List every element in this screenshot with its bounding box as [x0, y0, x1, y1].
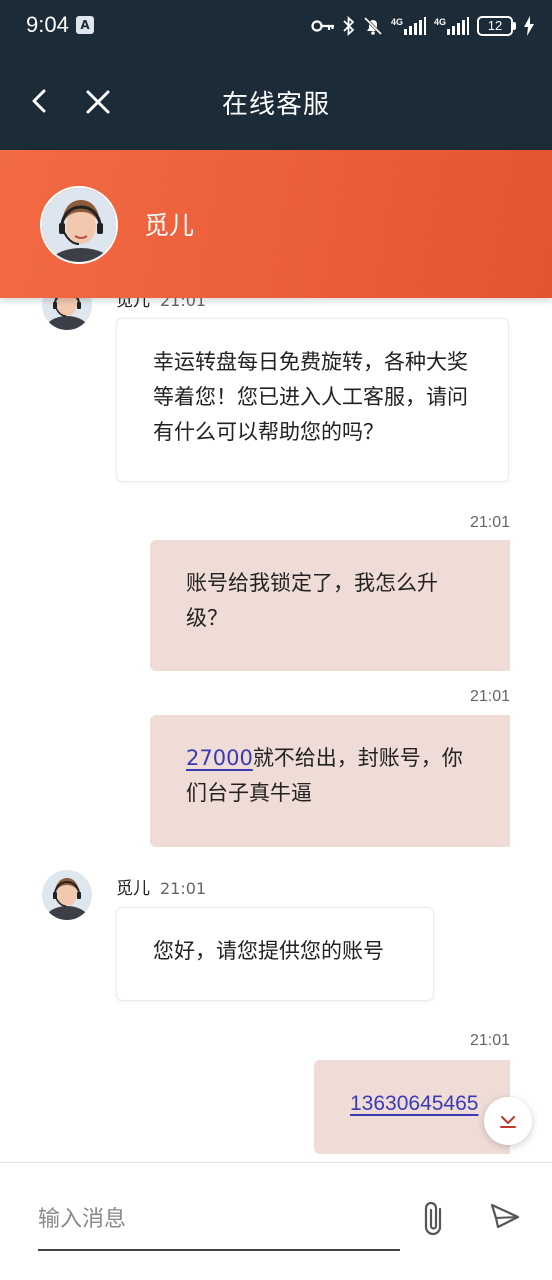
- charging-bolt-icon: [524, 16, 534, 36]
- message-link[interactable]: 27000: [186, 746, 253, 770]
- battery-tip: [513, 22, 516, 30]
- paperclip-icon: [424, 1201, 442, 1236]
- message-time: 21:01: [469, 514, 510, 531]
- attach-button[interactable]: [418, 1199, 450, 1239]
- message-time: 21:01: [160, 879, 207, 898]
- battery-indicator: 12: [477, 16, 516, 36]
- message-text: 您好，请您提供您的账号: [153, 939, 384, 963]
- signal-1: 4G: [391, 17, 426, 35]
- agent-name: 觅儿: [144, 211, 195, 240]
- status-icons: 4G 4G 12: [311, 14, 534, 38]
- message-input-bar: [0, 1162, 552, 1280]
- battery-level: 12: [477, 16, 513, 36]
- sender-name: 觅儿: [116, 879, 150, 899]
- app-bar: 在线客服: [0, 52, 552, 150]
- signal-2: 4G: [434, 17, 469, 35]
- message-time: 21:01: [469, 688, 510, 705]
- key-icon: [311, 20, 334, 32]
- message-link[interactable]: 13630645465: [350, 1092, 478, 1115]
- incoming-message-bubble[interactable]: 您好，请您提供您的账号: [116, 907, 434, 1001]
- send-button[interactable]: [486, 1199, 522, 1235]
- outgoing-message-bubble[interactable]: 13630645465: [314, 1060, 510, 1154]
- agent-avatar-small: [42, 870, 92, 920]
- agent-avatar-icon: [42, 188, 116, 262]
- signal-bars-icon: [403, 17, 426, 35]
- agent-avatar-icon: [42, 870, 92, 920]
- agent-avatar: [40, 186, 118, 264]
- incoming-message-bubble[interactable]: 幸运转盘每日免费旋转，各种大奖等着您！您已进入人工客服，请问有什么可以帮助您的吗…: [116, 318, 509, 482]
- network-label-2: 4G: [433, 17, 446, 27]
- page-title: 在线客服: [221, 90, 330, 120]
- agent-header: 觅儿: [0, 150, 552, 298]
- status-time: 9:04: [26, 12, 69, 37]
- message-text: 账号给我锁定了，我怎么升级？: [186, 571, 438, 630]
- message-input[interactable]: [38, 1189, 400, 1251]
- network-label-1: 4G: [390, 17, 403, 27]
- bluetooth-icon: [343, 16, 355, 36]
- outgoing-message-bubble[interactable]: 账号给我锁定了，我怎么升级？: [150, 540, 510, 671]
- send-icon: [490, 1203, 520, 1229]
- status-bar: 9:04 A 4G 4G 12: [0, 0, 552, 52]
- message-meta: 觅儿 21:01: [116, 874, 206, 899]
- chevron-down-icon: [500, 1116, 516, 1128]
- outgoing-message-bubble[interactable]: 27000就不给出，封账号，你们台子真牛逼: [150, 715, 510, 847]
- scroll-to-bottom-button[interactable]: [484, 1097, 532, 1145]
- message-time: 21:01: [469, 1032, 510, 1049]
- chat-message-list[interactable]: 觅儿 21:01 幸运转盘每日免费旋转，各种大奖等着您！您已进入人工客服，请问有什…: [0, 150, 552, 1162]
- mute-bell-icon: [363, 16, 383, 36]
- app-notification-icon: A: [76, 16, 94, 34]
- message-text: 幸运转盘每日免费旋转，各种大奖等着您！您已进入人工客服，请问有什么可以帮助您的吗…: [153, 350, 468, 444]
- signal-bars-icon: [447, 17, 469, 35]
